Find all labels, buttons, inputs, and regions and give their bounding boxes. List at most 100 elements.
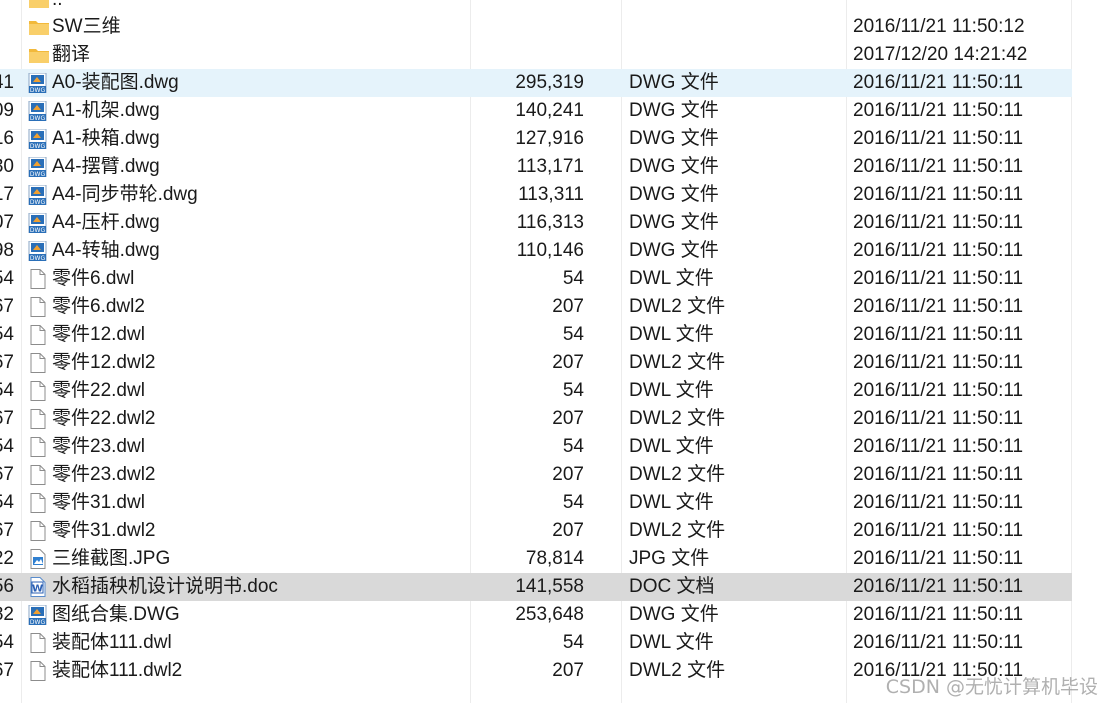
truncated-column-text: 67 xyxy=(0,660,14,681)
file-name: SW三维 xyxy=(52,16,121,37)
file-name: A4-压杆.dwg xyxy=(52,212,160,233)
file-size: 207 xyxy=(552,660,584,681)
folder-row[interactable]: SW三维 2016/11/21 11:50:12 xyxy=(0,13,1072,41)
file-row[interactable]: 07 DWG A4-压杆.dwg 116,313 DWG 文件 2016/11/21 11… xyxy=(0,209,1072,237)
blank-file-icon xyxy=(28,381,48,401)
file-type: DWL2 文件 xyxy=(629,464,726,485)
date-modified: 2016/11/21 11:50:11 xyxy=(853,408,1024,429)
file-name: 零件23.dwl2 xyxy=(52,464,156,485)
file-row[interactable]: 30 DWG A4-摆臂.dwg 113,171 DWG 文件 2016/11/21 11… xyxy=(0,153,1072,181)
date-modified: 2016/11/21 11:50:11 xyxy=(853,380,1024,401)
blank-file-icon xyxy=(28,633,48,653)
file-row[interactable]: 54 零件6.dwl 54 DWL 文件 2016/11/21 11:50:11 xyxy=(0,265,1072,293)
date-modified: 2016/11/21 11:50:11 xyxy=(853,492,1024,513)
date-modified: 2016/11/21 11:50:12 xyxy=(853,16,1025,37)
truncated-column-text: 30 xyxy=(0,156,14,177)
file-type: DWG 文件 xyxy=(629,128,719,149)
file-name: 零件31.dwl2 xyxy=(52,520,156,541)
file-row[interactable]: 54 零件31.dwl 54 DWL 文件 2016/11/21 11:50:11 xyxy=(0,489,1072,517)
folder-row[interactable]: 翻译 2017/12/20 14:21:42 xyxy=(0,41,1072,69)
date-modified: 2016/11/21 11:50:11 xyxy=(853,324,1024,345)
dwg-file-icon: DWG xyxy=(28,100,48,122)
file-row[interactable]: 54 装配体111.dwl 54 DWL 文件 2016/11/21 11:50:11 xyxy=(0,629,1072,657)
file-row[interactable]: 56 W 水稻插秧机设计说明书.doc 141,558 DOC 文档 2016/11/21… xyxy=(0,573,1072,601)
file-type: DOC 文档 xyxy=(629,576,715,597)
date-modified: 2016/11/21 11:50:11 xyxy=(853,212,1024,233)
date-modified: 2016/11/21 11:50:11 xyxy=(853,520,1024,541)
file-row[interactable]: 16 DWG A1-秧箱.dwg 127,916 DWG 文件 2016/11/21 11… xyxy=(0,125,1072,153)
file-row[interactable]: 67 零件22.dwl2 207 DWL2 文件 2016/11/21 11:50:11 xyxy=(0,405,1072,433)
file-size: 113,171 xyxy=(516,156,584,177)
date-modified: 2016/11/21 11:50:11 xyxy=(853,296,1024,317)
truncated-column-text: 54 xyxy=(0,436,14,457)
file-name: A1-秧箱.dwg xyxy=(52,128,160,149)
dwg-file-icon: DWG xyxy=(28,212,48,234)
svg-text:DWG: DWG xyxy=(30,619,46,625)
truncated-column-text: 54 xyxy=(0,632,14,653)
file-row[interactable]: 54 零件12.dwl 54 DWL 文件 2016/11/21 11:50:11 xyxy=(0,321,1072,349)
blank-file-icon xyxy=(28,297,48,317)
file-name: 零件31.dwl xyxy=(52,492,145,513)
truncated-column-text: 67 xyxy=(0,464,14,485)
file-row[interactable]: 67 零件31.dwl2 207 DWL2 文件 2016/11/21 11:50:11 xyxy=(0,517,1072,545)
file-size: 54 xyxy=(562,436,584,457)
watermark: CSDN @无忧计算机毕设 xyxy=(885,676,1098,698)
truncated-column-text: 16 xyxy=(0,128,14,149)
file-size: 127,916 xyxy=(515,128,584,149)
file-row[interactable]: 54 零件23.dwl 54 DWL 文件 2016/11/21 11:50:11 xyxy=(0,433,1072,461)
date-modified: 2016/11/21 11:50:11 xyxy=(853,632,1024,653)
file-row[interactable]: 41 DWG A0-装配图.dwg 295,319 DWG 文件 2016/11/21 1… xyxy=(0,69,1072,97)
file-name: 装配体111.dwl xyxy=(52,632,172,653)
file-size: 54 xyxy=(562,324,584,345)
truncated-column-text: 09 xyxy=(0,100,14,121)
file-name: 零件23.dwl xyxy=(52,436,145,457)
file-row[interactable]: 17 DWG A4-同步带轮.dwg 113,311 DWG 文件 2016/11/21 … xyxy=(0,181,1072,209)
file-type: DWG 文件 xyxy=(629,212,719,233)
truncated-column-text: 54 xyxy=(0,492,14,513)
file-size: 140,241 xyxy=(515,100,584,121)
file-type: DWL 文件 xyxy=(629,324,714,345)
file-size: 141,558 xyxy=(515,576,584,597)
date-modified: 2016/11/21 11:50:11 xyxy=(853,464,1024,485)
file-row[interactable]: 54 零件22.dwl 54 DWL 文件 2016/11/21 11:50:11 xyxy=(0,377,1072,405)
file-name: A0-装配图.dwg xyxy=(52,72,179,93)
file-size: 253,648 xyxy=(515,604,584,625)
parent-folder-row[interactable]: .. xyxy=(0,0,1072,14)
truncated-column-text: 56 xyxy=(0,576,14,597)
file-row[interactable]: 22 三维截图.JPG 78,814 JPG 文件 2016/11/21 11:50:1… xyxy=(0,545,1072,573)
svg-text:DWG: DWG xyxy=(30,115,46,121)
file-row[interactable]: 98 DWG A4-转轴.dwg 110,146 DWG 文件 2016/11/21 11… xyxy=(0,237,1072,265)
file-name: 零件6.dwl2 xyxy=(52,296,145,317)
file-row[interactable]: 67 零件12.dwl2 207 DWL2 文件 2016/11/21 11:50:11 xyxy=(0,349,1072,377)
truncated-column-text: 67 xyxy=(0,296,14,317)
file-size: 116,313 xyxy=(516,212,584,233)
date-modified: 2016/11/21 11:50:11 xyxy=(853,436,1024,457)
folder-icon xyxy=(28,17,49,37)
file-name: 图纸合集.DWG xyxy=(52,604,180,625)
file-type: DWL 文件 xyxy=(629,268,714,289)
file-name: 零件22.dwl xyxy=(52,380,145,401)
file-size: 207 xyxy=(552,464,584,485)
file-size: 295,319 xyxy=(515,72,584,93)
dwg-file-icon: DWG xyxy=(28,156,48,178)
blank-file-icon xyxy=(28,437,48,457)
file-name: A4-摆臂.dwg xyxy=(52,156,160,177)
file-name: 水稻插秧机设计说明书.doc xyxy=(52,576,278,597)
blank-file-icon xyxy=(28,325,48,345)
word-doc-icon: W xyxy=(28,577,48,597)
file-size: 207 xyxy=(552,408,584,429)
file-type: JPG 文件 xyxy=(629,548,710,569)
file-name: 翻译 xyxy=(52,44,91,65)
file-row[interactable]: 82 DWG 图纸合集.DWG 253,648 DWG 文件 2016/11/21 11:… xyxy=(0,601,1072,629)
date-modified: 2016/11/21 11:50:11 xyxy=(853,240,1024,261)
file-type: DWL 文件 xyxy=(629,436,714,457)
svg-text:DWG: DWG xyxy=(30,143,46,149)
file-row[interactable]: 67 零件6.dwl2 207 DWL2 文件 2016/11/21 11:50:11 xyxy=(0,293,1072,321)
svg-text:DWG: DWG xyxy=(30,199,46,205)
truncated-column-text: 54 xyxy=(0,380,14,401)
date-modified: 2016/11/21 11:50:11 xyxy=(853,184,1024,205)
file-type: DWL 文件 xyxy=(629,632,714,653)
file-row[interactable]: 09 DWG A1-机架.dwg 140,241 DWG 文件 2016/11/21 11… xyxy=(0,97,1072,125)
file-row[interactable]: 67 零件23.dwl2 207 DWL2 文件 2016/11/21 11:50:11 xyxy=(0,461,1072,489)
folder-icon xyxy=(28,45,49,65)
